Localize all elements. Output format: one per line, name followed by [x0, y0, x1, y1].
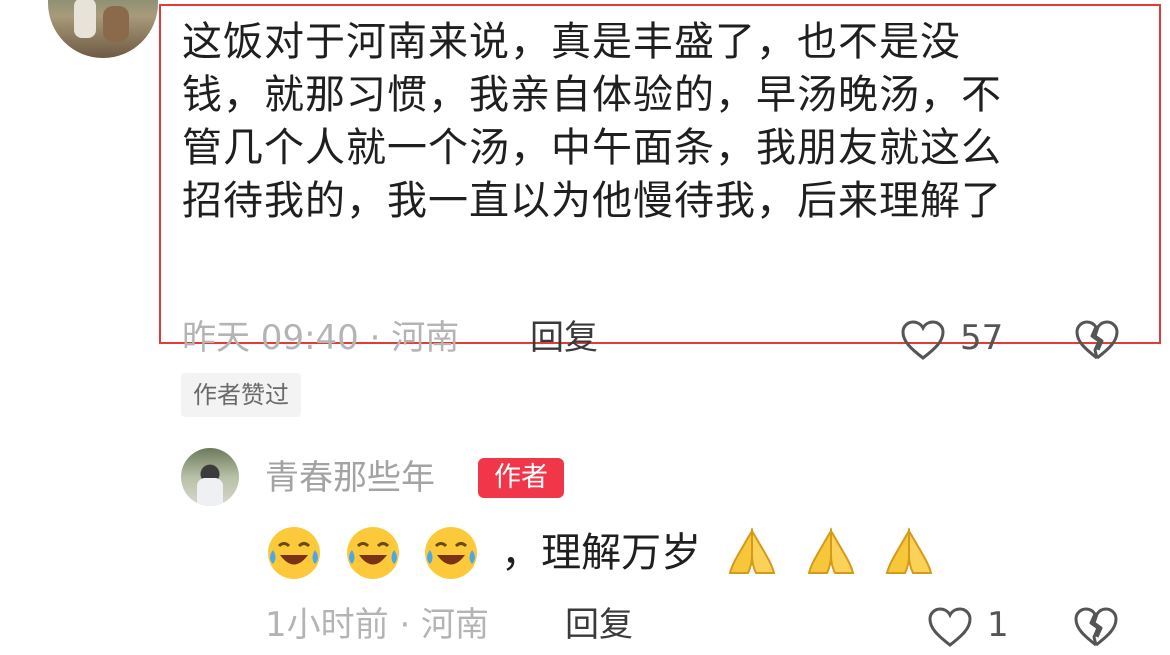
reply-time-location: 1小时前 · 河南	[265, 605, 490, 645]
reply-message: ，理解万岁	[501, 530, 702, 576]
reply-meta: 1小时前 · 河南 回复 1	[265, 600, 1165, 650]
praying-hands-icon	[807, 527, 854, 574]
comment-line: 招待我的，我一直以为他慢待我，后来理解了	[182, 178, 1002, 224]
reply-username[interactable]: 青春那些年	[265, 456, 435, 500]
broken-heart-icon[interactable]	[1074, 319, 1120, 361]
laughing-tears-icon	[425, 527, 478, 579]
reply-text: ，理解万岁	[265, 516, 947, 586]
comment-line: 钱，就那习惯，我亲自体验的，早汤晚汤，不	[182, 72, 1002, 118]
comment-line: 管几个人就一个汤，中午面条，我朋友就这么	[182, 125, 1002, 171]
reply-button[interactable]: 回复	[530, 313, 598, 363]
like-count: 57	[960, 318, 1004, 358]
author-badge: 作者	[478, 458, 564, 498]
reply-button[interactable]: 回复	[565, 600, 633, 650]
commenter-avatar[interactable]	[48, 0, 158, 58]
author-liked-badge: 作者赞过	[181, 373, 301, 417]
laughing-tears-icon	[346, 527, 399, 579]
like-count: 1	[987, 605, 1009, 645]
comment-meta: 昨天 09:40 · 河南 回复 57	[182, 313, 1142, 363]
laughing-tears-icon	[268, 527, 320, 579]
praying-hands-icon	[886, 527, 933, 574]
comment-text: 这饭对于河南来说，真是丰盛了，也不是没 钱，就那习惯，我亲自体验的，早汤晚汤，不…	[182, 16, 1142, 228]
praying-hands-icon	[728, 527, 776, 574]
comment-line: 这饭对于河南来说，真是丰盛了，也不是没	[182, 19, 961, 65]
heart-icon[interactable]	[900, 319, 946, 361]
reply-avatar[interactable]	[181, 448, 239, 506]
broken-heart-icon[interactable]	[1073, 606, 1119, 648]
comment-time-location: 昨天 09:40 · 河南	[182, 318, 460, 358]
heart-icon[interactable]	[927, 606, 973, 648]
